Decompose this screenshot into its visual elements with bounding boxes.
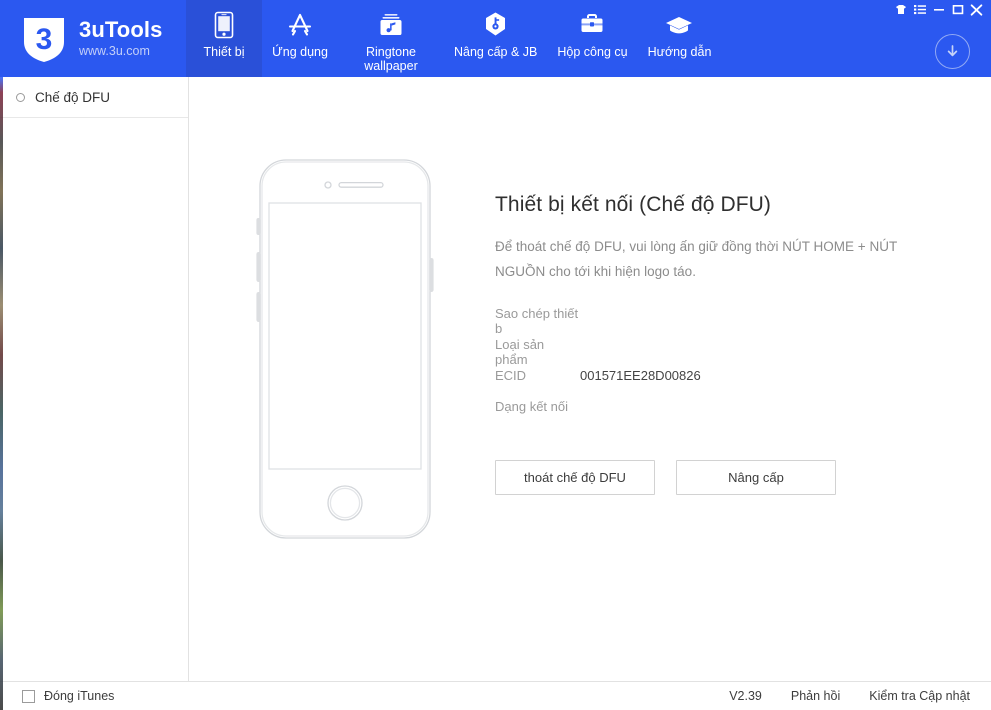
nav-item-ringtone-wallpaper[interactable]: Ringtone wallpaper xyxy=(338,0,444,77)
exit-dfu-mode-button[interactable]: thoát chế độ DFU xyxy=(495,460,655,495)
main-nav: Thiết bị Ứng dụng Ringtone wallpaper Nân… xyxy=(186,0,721,77)
nav-item-nang-cap-jb[interactable]: Nâng cấp & JB xyxy=(444,0,547,77)
action-buttons: thoát chế độ DFU Nâng cấp xyxy=(495,460,945,495)
minimize-icon[interactable] xyxy=(930,2,947,17)
feedback-link[interactable]: Phản hồi xyxy=(791,689,840,703)
app-title: 3uTools xyxy=(79,17,163,43)
graduation-cap-icon xyxy=(664,10,694,40)
svg-text:3: 3 xyxy=(36,23,53,56)
check-update-link[interactable]: Kiểm tra Cập nhật xyxy=(869,689,970,703)
sidebar-item-dfu-mode[interactable]: Chế độ DFU xyxy=(0,77,188,118)
device-info-panel: Thiết bị kết nối (Chế độ DFU) Để thoát c… xyxy=(495,193,945,495)
nav-label: Ringtone wallpaper xyxy=(364,45,418,73)
version-label: V2.39 xyxy=(729,689,762,703)
device-properties: Sao chép thiết b Loại sản phẩm ECID 0015… xyxy=(495,306,945,430)
bullet-icon xyxy=(16,92,25,102)
toolbox-icon xyxy=(578,10,606,40)
table-row: ECID 001571EE28D00826 xyxy=(495,368,945,399)
main-content: Thiết bị kết nối (Chế độ DFU) Để thoát c… xyxy=(190,77,991,681)
property-label: Loại sản phẩm xyxy=(495,337,545,367)
upgrade-button[interactable]: Nâng cấp xyxy=(676,460,836,495)
table-row: Loại sản phẩm xyxy=(495,337,945,368)
nav-label: Nâng cấp & JB xyxy=(454,45,538,59)
status-bar-right: V2.39 Phản hồi Kiểm tra Cập nhật xyxy=(729,689,991,703)
ringtone-wallpaper-icon xyxy=(377,10,405,40)
status-bar: Đóng iTunes V2.39 Phản hồi Kiểm tra Cập … xyxy=(0,681,991,710)
page-title: Thiết bị kết nối (Chế độ DFU) xyxy=(495,193,772,216)
shield-3-logo-icon: 3 xyxy=(22,15,66,63)
checkbox-icon[interactable] xyxy=(22,689,35,703)
download-icon[interactable] xyxy=(935,34,970,69)
close-itunes-checkbox[interactable]: Đóng iTunes xyxy=(0,689,114,703)
nav-label: Hộp công cụ xyxy=(557,45,628,59)
sidebar-item-label: Chế độ DFU xyxy=(35,89,111,105)
phone-icon xyxy=(214,10,234,40)
appstore-icon xyxy=(286,10,314,40)
close-itunes-label: Đóng iTunes xyxy=(44,689,115,703)
nav-label: Ứng dụng xyxy=(272,45,328,59)
sidebar: Chế độ DFU xyxy=(0,77,189,681)
nav-item-huong-dan[interactable]: Hướng dẫn xyxy=(638,0,722,77)
property-label: Dạng kết nối xyxy=(495,399,568,414)
app-logo: 3 3uTools www.3u.com xyxy=(0,0,186,77)
page-description: Để thoát chế độ DFU, vui lòng ấn giữ đồn… xyxy=(495,239,897,279)
maximize-icon[interactable] xyxy=(949,2,966,17)
skin-icon[interactable] xyxy=(892,2,909,17)
nav-item-thiet-bi[interactable]: Thiết bị xyxy=(186,0,262,77)
app-website: www.3u.com xyxy=(79,44,150,59)
table-row: Dạng kết nối xyxy=(495,399,945,430)
close-icon[interactable] xyxy=(968,2,985,17)
property-label: Sao chép thiết b xyxy=(495,306,579,336)
nav-item-hop-cong-cu[interactable]: Hộp công cụ xyxy=(547,0,637,77)
shield-key-icon xyxy=(483,10,508,40)
nav-label: Hướng dẫn xyxy=(647,45,712,59)
nav-label: Thiết bị xyxy=(203,45,245,59)
title-bar: 3 3uTools www.3u.com Thiết bị Ứng dụng R… xyxy=(0,0,991,77)
property-label: ECID xyxy=(495,368,527,383)
menu-icon[interactable] xyxy=(911,2,928,17)
nav-item-ung-dung[interactable]: Ứng dụng xyxy=(262,0,338,77)
property-value: 001571EE28D00826 xyxy=(580,368,701,383)
window-controls xyxy=(892,2,985,17)
app-window: 3 3uTools www.3u.com Thiết bị Ứng dụng R… xyxy=(0,0,991,710)
table-row: Sao chép thiết b xyxy=(495,306,945,337)
iphone-outline-illustration xyxy=(252,158,438,540)
